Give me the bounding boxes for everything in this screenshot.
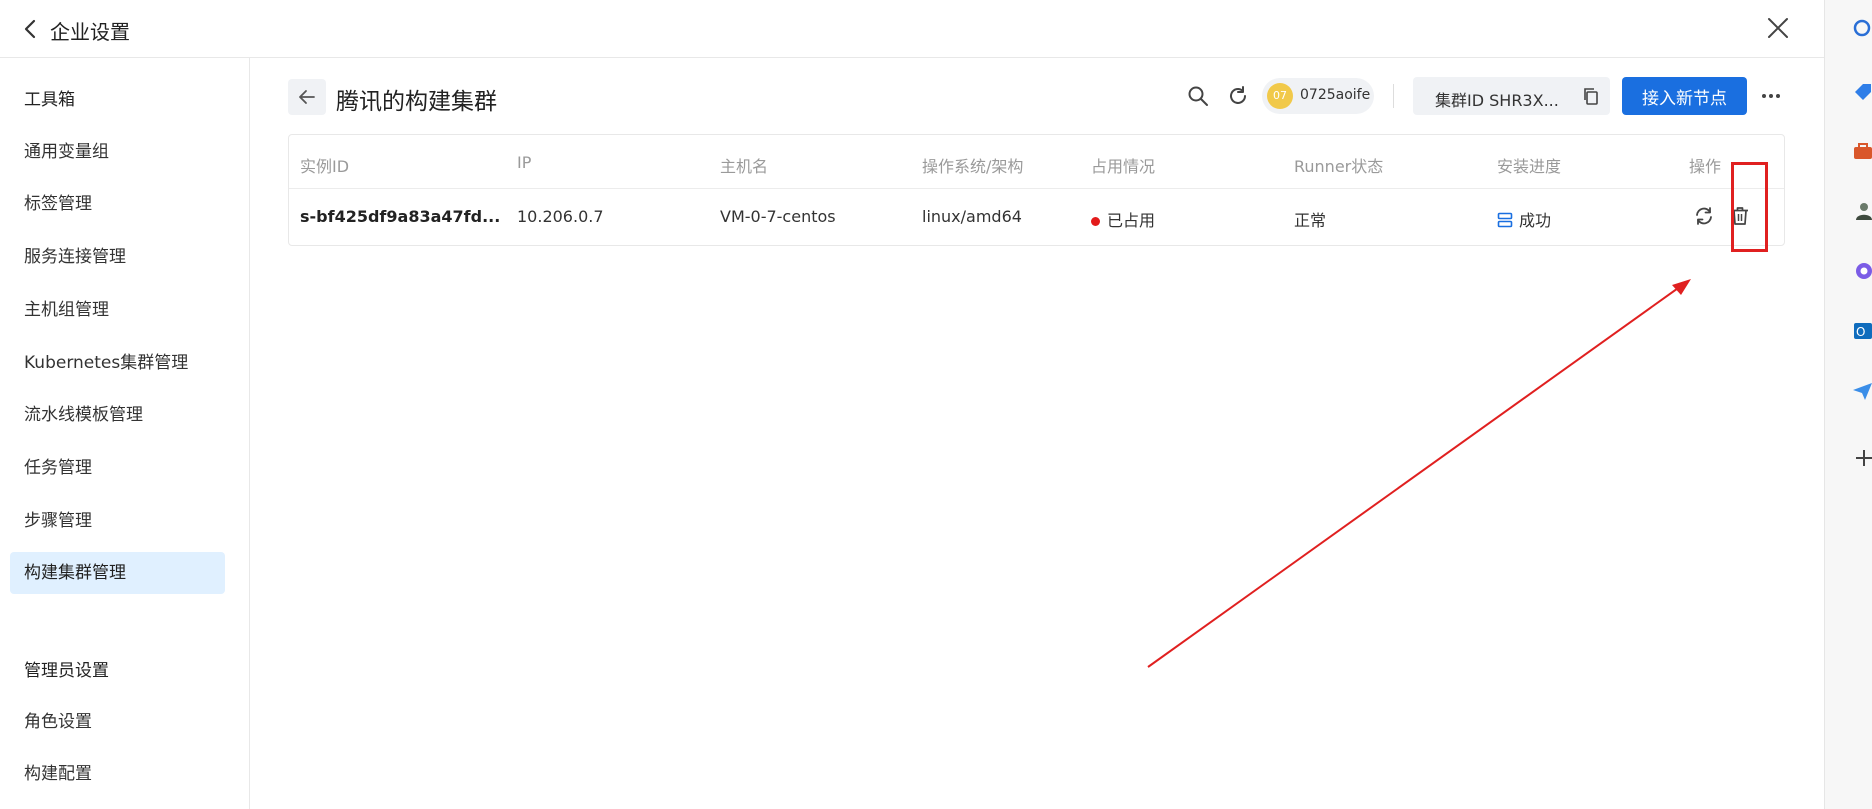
cell-runner-status: 正常 xyxy=(1294,211,1327,230)
copilot-app-icon[interactable] xyxy=(1851,260,1872,282)
col-header-actions: 操作 xyxy=(1689,157,1722,176)
chevron-left-icon[interactable] xyxy=(20,18,40,40)
send-app-icon[interactable] xyxy=(1851,380,1872,402)
server-icon xyxy=(1497,212,1513,228)
search-icon[interactable] xyxy=(1187,85,1209,107)
more-icon[interactable] xyxy=(1760,85,1782,107)
sidebar-item-steps[interactable]: 步骤管理 xyxy=(10,500,225,542)
arrow-left-icon xyxy=(299,90,315,104)
close-icon[interactable] xyxy=(1764,14,1792,42)
cluster-id-chip: 集群ID SHR3X... xyxy=(1413,77,1610,115)
cell-hostname: VM-0-7-centos xyxy=(720,207,836,226)
cell-instance-id[interactable]: s-bf425df9a83a47fd... xyxy=(300,207,500,226)
sidebar-item-pipeline-templates[interactable]: 流水线模板管理 xyxy=(10,394,225,436)
page-title: 腾讯的构建集群 xyxy=(336,89,497,115)
cell-install-progress[interactable]: 成功 xyxy=(1497,207,1551,231)
outlook-app-icon[interactable]: O xyxy=(1851,320,1872,342)
refresh-icon[interactable] xyxy=(1227,85,1249,107)
col-header-install-progress: 安装进度 xyxy=(1497,157,1562,176)
cluster-id-label: 集群ID SHR3X... xyxy=(1435,91,1559,110)
col-header-ip: IP xyxy=(517,153,532,172)
sidebar-item-roles[interactable]: 角色设置 xyxy=(10,701,225,743)
install-progress-text: 成功 xyxy=(1519,211,1552,230)
person-app-icon[interactable] xyxy=(1851,200,1872,222)
add-app-icon[interactable] xyxy=(1851,446,1872,468)
user-name: 0725aoife xyxy=(1300,87,1371,103)
toolbar-divider xyxy=(1393,84,1394,108)
sidebar-section-toolbox: 工具箱 xyxy=(24,90,75,110)
settings-title: 企业设置 xyxy=(50,20,130,44)
col-header-hostname: 主机名 xyxy=(720,157,769,176)
occupied-dot-icon xyxy=(1091,217,1100,226)
sidebar-item-service-connections[interactable]: 服务连接管理 xyxy=(10,236,225,278)
col-header-occupancy: 占用情况 xyxy=(1091,157,1156,176)
sidebar-item-kubernetes[interactable]: Kubernetes集群管理 xyxy=(10,342,225,384)
reinstall-icon[interactable] xyxy=(1693,205,1715,227)
table-divider xyxy=(289,188,1784,189)
sidebar-item-tags[interactable]: 标签管理 xyxy=(10,183,225,225)
sidebar-item-build-clusters[interactable]: 构建集群管理 xyxy=(10,552,225,594)
sidebar-item-build-config[interactable]: 构建配置 xyxy=(10,753,225,795)
tag-app-icon[interactable] xyxy=(1851,80,1872,102)
add-node-button[interactable]: 接入新节点 xyxy=(1622,77,1747,115)
search-app-icon[interactable] xyxy=(1851,18,1872,40)
app-rail: O xyxy=(1824,0,1872,809)
sidebar-item-tasks[interactable]: 任务管理 xyxy=(10,447,225,489)
sidebar-item-variable-groups[interactable]: 通用变量组 xyxy=(10,131,225,173)
col-header-instance-id: 实例ID xyxy=(300,157,350,176)
col-header-runner-status: Runner状态 xyxy=(1294,157,1384,176)
cell-occupancy: 已占用 xyxy=(1091,207,1155,231)
highlight-box xyxy=(1731,162,1768,252)
sidebar-section-admin: 管理员设置 xyxy=(24,661,109,681)
top-bar: 企业设置 xyxy=(0,0,1824,58)
svg-text:O: O xyxy=(1856,325,1865,339)
node-table: 实例ID IP 主机名 操作系统/架构 占用情况 Runner状态 安装进度 操… xyxy=(288,134,1785,246)
toolbox-app-icon[interactable] xyxy=(1851,140,1872,162)
sidebar: 工具箱 通用变量组 标签管理 服务连接管理 主机组管理 Kubernetes集群… xyxy=(0,58,250,809)
avatar: 07 xyxy=(1267,83,1293,109)
annotation-arrow-icon xyxy=(1147,279,1691,668)
col-header-os-arch: 操作系统/架构 xyxy=(922,157,1024,176)
user-chip[interactable]: 07 0725aoife xyxy=(1262,78,1374,114)
cell-ip: 10.206.0.7 xyxy=(517,207,604,226)
occupancy-text: 已占用 xyxy=(1107,211,1156,230)
sidebar-item-host-groups[interactable]: 主机组管理 xyxy=(10,289,225,331)
cell-os-arch: linux/amd64 xyxy=(922,207,1022,226)
back-button[interactable] xyxy=(288,79,326,115)
copy-icon[interactable] xyxy=(1581,86,1601,106)
